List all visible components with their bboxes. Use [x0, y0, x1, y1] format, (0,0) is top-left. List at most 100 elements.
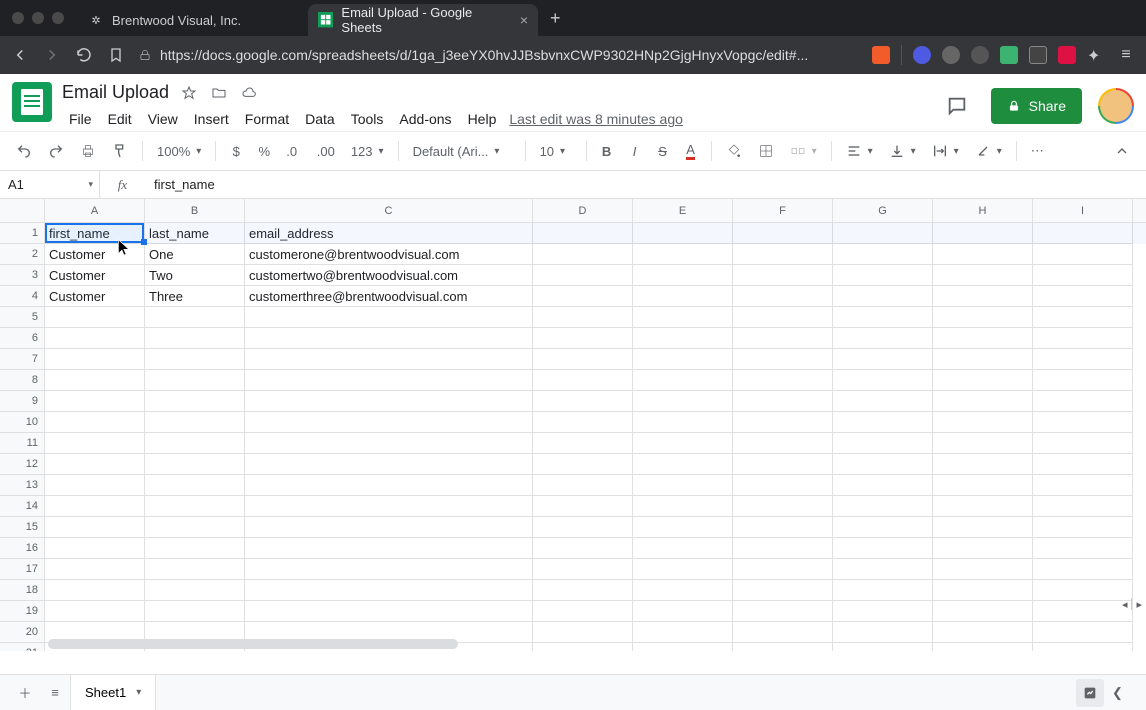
cell-D20[interactable] — [533, 622, 633, 643]
cell-I21[interactable] — [1033, 643, 1133, 651]
cell-A10[interactable] — [45, 412, 145, 433]
cell-C12[interactable] — [245, 454, 533, 475]
zoom-dropdown[interactable]: 100% — [151, 140, 207, 163]
cell-D6[interactable] — [533, 328, 633, 349]
bold-button[interactable]: B — [595, 138, 619, 164]
cell-E18[interactable] — [633, 580, 733, 601]
cell-H17[interactable] — [933, 559, 1033, 580]
text-wrap-button[interactable] — [926, 139, 965, 163]
close-tab-icon[interactable]: × — [520, 12, 528, 28]
cell-A1[interactable]: first_name — [45, 223, 145, 244]
cell-B9[interactable] — [145, 391, 245, 412]
cell-F19[interactable] — [733, 601, 833, 622]
cell-D3[interactable] — [533, 265, 633, 286]
menu-tools[interactable]: Tools — [344, 107, 391, 131]
back-button[interactable] — [10, 45, 30, 65]
redo-button[interactable] — [42, 138, 70, 164]
cell-D1[interactable] — [533, 223, 633, 244]
cell-F20[interactable] — [733, 622, 833, 643]
cell-B14[interactable] — [145, 496, 245, 517]
reload-button[interactable] — [74, 45, 94, 65]
cell-B4[interactable]: Three — [145, 286, 245, 307]
cell-D8[interactable] — [533, 370, 633, 391]
extension-icon[interactable] — [913, 46, 931, 64]
name-box[interactable]: A1 — [0, 171, 100, 198]
cell-A17[interactable] — [45, 559, 145, 580]
column-header-E[interactable]: E — [633, 199, 733, 222]
cell-F15[interactable] — [733, 517, 833, 538]
extension-icon[interactable] — [971, 46, 989, 64]
cell-I5[interactable] — [1033, 307, 1133, 328]
row-header-17[interactable]: 17 — [0, 559, 45, 580]
cell-D9[interactable] — [533, 391, 633, 412]
cell-G16[interactable] — [833, 538, 933, 559]
cell-G6[interactable] — [833, 328, 933, 349]
cell-H8[interactable] — [933, 370, 1033, 391]
cell-E2[interactable] — [633, 244, 733, 265]
account-avatar[interactable] — [1098, 88, 1134, 124]
share-button[interactable]: Share — [991, 88, 1082, 124]
cell-D16[interactable] — [533, 538, 633, 559]
cell-E3[interactable] — [633, 265, 733, 286]
cell-E19[interactable] — [633, 601, 733, 622]
cell-I20[interactable] — [1033, 622, 1133, 643]
cell-A11[interactable] — [45, 433, 145, 454]
column-header-D[interactable]: D — [533, 199, 633, 222]
extensions-puzzle-icon[interactable]: ✦ — [1087, 46, 1105, 64]
print-button[interactable] — [74, 138, 102, 164]
cell-G19[interactable] — [833, 601, 933, 622]
merge-cells-button[interactable] — [784, 139, 823, 163]
row-header-14[interactable]: 14 — [0, 496, 45, 517]
cell-A15[interactable] — [45, 517, 145, 538]
spreadsheet-grid[interactable]: ABCDEFGHI1first_namelast_nameemail_addre… — [0, 199, 1146, 651]
cell-F13[interactable] — [733, 475, 833, 496]
cell-G17[interactable] — [833, 559, 933, 580]
decrease-decimal-button[interactable]: .0 — [280, 138, 306, 164]
row-header-12[interactable]: 12 — [0, 454, 45, 475]
cell-H16[interactable] — [933, 538, 1033, 559]
cell-D14[interactable] — [533, 496, 633, 517]
cell-A19[interactable] — [45, 601, 145, 622]
formula-input[interactable]: first_name — [146, 177, 1146, 192]
cell-C19[interactable] — [245, 601, 533, 622]
cell-B13[interactable] — [145, 475, 245, 496]
menu-format[interactable]: Format — [238, 107, 296, 131]
row-header-15[interactable]: 15 — [0, 517, 45, 538]
text-rotation-button[interactable] — [969, 139, 1008, 163]
cell-B16[interactable] — [145, 538, 245, 559]
cell-H21[interactable] — [933, 643, 1033, 651]
cell-C3[interactable]: customertwo@brentwoodvisual.com — [245, 265, 533, 286]
selection-handle[interactable] — [141, 239, 147, 245]
cell-I6[interactable] — [1033, 328, 1133, 349]
undo-button[interactable] — [10, 138, 38, 164]
column-header-I[interactable]: I — [1033, 199, 1133, 222]
column-header-C[interactable]: C — [245, 199, 533, 222]
cell-A9[interactable] — [45, 391, 145, 412]
row-header-10[interactable]: 10 — [0, 412, 45, 433]
borders-button[interactable] — [752, 138, 780, 164]
cell-B7[interactable] — [145, 349, 245, 370]
cell-E15[interactable] — [633, 517, 733, 538]
cell-C2[interactable]: customerone@brentwoodvisual.com — [245, 244, 533, 265]
cell-D10[interactable] — [533, 412, 633, 433]
cell-B18[interactable] — [145, 580, 245, 601]
cell-A16[interactable] — [45, 538, 145, 559]
cell-G11[interactable] — [833, 433, 933, 454]
cell-D13[interactable] — [533, 475, 633, 496]
cell-H11[interactable] — [933, 433, 1033, 454]
cell-G12[interactable] — [833, 454, 933, 475]
cell-C18[interactable] — [245, 580, 533, 601]
cell-B10[interactable] — [145, 412, 245, 433]
cell-B6[interactable] — [145, 328, 245, 349]
cell-G2[interactable] — [833, 244, 933, 265]
menu-edit[interactable]: Edit — [101, 107, 139, 131]
cell-D19[interactable] — [533, 601, 633, 622]
cell-E9[interactable] — [633, 391, 733, 412]
row-header-2[interactable]: 2 — [0, 244, 45, 265]
cell-I19[interactable] — [1033, 601, 1133, 622]
cell-E1[interactable] — [633, 223, 733, 244]
cell-C14[interactable] — [245, 496, 533, 517]
cell-C4[interactable]: customerthree@brentwoodvisual.com — [245, 286, 533, 307]
cell-G14[interactable] — [833, 496, 933, 517]
cell-E6[interactable] — [633, 328, 733, 349]
